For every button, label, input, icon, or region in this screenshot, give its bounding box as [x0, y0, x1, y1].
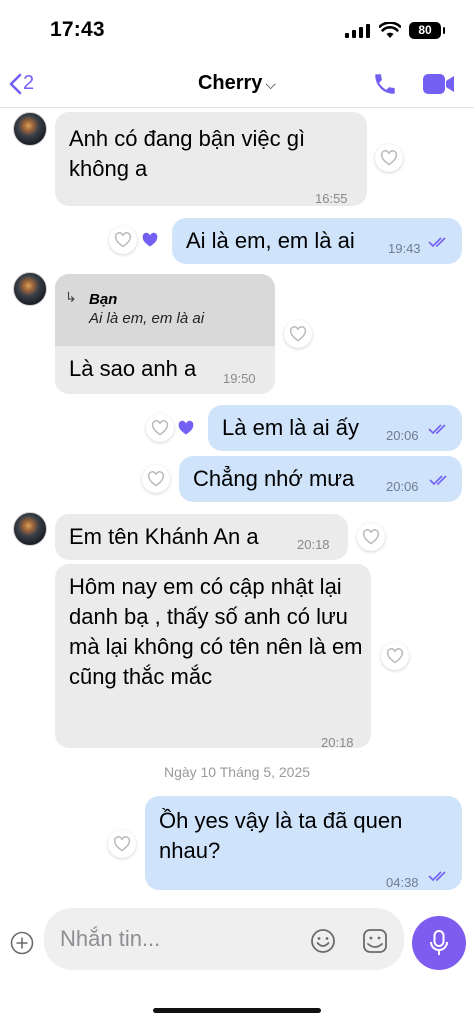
microphone-icon [430, 930, 448, 955]
message-time: 19:43 [388, 241, 421, 256]
like-button[interactable] [381, 642, 409, 670]
like-button[interactable] [108, 830, 136, 858]
like-button[interactable] [357, 523, 385, 551]
contact-name: Cherry [197, 72, 263, 94]
message-text: Ồh yes vậy là ta đã quen nhau? [159, 808, 403, 863]
message-text: Chẳng nhớ mưa [193, 466, 355, 491]
message-time: 20:06 [386, 479, 419, 494]
video-camera-icon[interactable] [422, 72, 456, 96]
reply-arrow-icon: ↳ [65, 289, 77, 305]
contact-avatar[interactable] [13, 512, 47, 546]
outgoing-message[interactable]: Ồh yes vậy là ta đã quen nhau? 04:38 [145, 796, 462, 890]
home-indicator [153, 1008, 321, 1013]
liked-heart-icon [178, 420, 194, 435]
quoted-message[interactable]: ↳ Bạn Ai là em, em là ai [55, 274, 275, 346]
like-button[interactable] [375, 144, 403, 172]
sticker-icon[interactable] [362, 928, 388, 954]
like-button[interactable] [109, 226, 137, 254]
message-time: 20:18 [297, 537, 330, 552]
double-check-icon [428, 871, 446, 882]
message-text: Anh có đang bận việc gì không a [69, 126, 306, 181]
heart-icon [289, 326, 307, 342]
message-time: 19:50 [223, 371, 256, 386]
status-bar: 17:43 80 [0, 0, 474, 60]
phone-icon[interactable] [372, 71, 398, 97]
like-button[interactable] [284, 320, 312, 348]
date-separator: Ngày 10 Tháng 5, 2025 [163, 764, 311, 780]
outgoing-message[interactable]: Là em là ai ấy 20:06 [208, 405, 462, 451]
double-check-icon [429, 475, 447, 486]
incoming-reply-message[interactable]: ↳ Bạn Ai là em, em là ai Là sao anh a 19… [55, 274, 275, 394]
message-text: Là em là ai ấy [222, 415, 359, 440]
outgoing-message[interactable]: Ai là em, em là ai 19:43 [172, 218, 462, 264]
message-time: 20:18 [321, 735, 354, 750]
double-check-icon [428, 237, 446, 248]
incoming-message[interactable]: Hôm nay em có cập nhật lại danh bạ , thấ… [55, 564, 371, 750]
heart-icon [380, 150, 398, 166]
voice-message-button[interactable] [412, 916, 466, 970]
message-time: 16:55 [315, 191, 348, 206]
heart-icon [362, 529, 380, 545]
heart-icon [151, 420, 169, 436]
status-time: 17:43 [50, 18, 105, 41]
plus-icon[interactable] [10, 931, 34, 955]
message-input[interactable]: Nhắn tin... [44, 908, 404, 970]
composer-bar: Nhắn tin... [0, 898, 474, 1024]
message-placeholder: Nhắn tin... [60, 926, 161, 951]
liked-heart-icon [142, 232, 158, 247]
heart-icon [113, 836, 131, 852]
double-check-icon [428, 424, 446, 435]
contact-avatar[interactable] [13, 112, 47, 146]
battery-indicator: 80 [409, 22, 445, 39]
cellular-signal-icon [345, 24, 370, 38]
emoji-icon[interactable] [310, 928, 336, 954]
like-button[interactable] [146, 414, 174, 442]
message-time: 20:06 [386, 428, 419, 443]
message-text: Là sao anh a [69, 356, 197, 381]
heart-icon [147, 471, 165, 487]
message-time: 04:38 [386, 875, 419, 890]
message-text: Ai là em, em là ai [186, 228, 355, 253]
like-button[interactable] [142, 465, 170, 493]
message-text: Hôm nay em có cập nhật lại danh bạ , thấ… [69, 574, 363, 689]
incoming-message[interactable]: Em tên Khánh An a 20:18 [55, 514, 348, 560]
contact-name-button[interactable]: Cherry ⌵ [0, 72, 474, 95]
wifi-icon [379, 22, 401, 38]
chevron-down-icon: ⌵ [265, 76, 277, 92]
contact-avatar[interactable] [13, 272, 47, 306]
outgoing-message[interactable]: Chẳng nhớ mưa 20:06 [179, 456, 462, 502]
incoming-message[interactable]: Anh có đang bận việc gì không a 16:55 [55, 112, 367, 206]
message-text: Em tên Khánh An a [69, 524, 259, 549]
chat-header: 2 Cherry ⌵ [0, 60, 474, 108]
quoted-text: Ai là em, em là ai [89, 310, 205, 327]
message-list[interactable]: Anh có đang bận việc gì không a 16:55 Ai… [0, 108, 474, 898]
heart-icon [386, 648, 404, 664]
heart-icon [114, 232, 132, 248]
